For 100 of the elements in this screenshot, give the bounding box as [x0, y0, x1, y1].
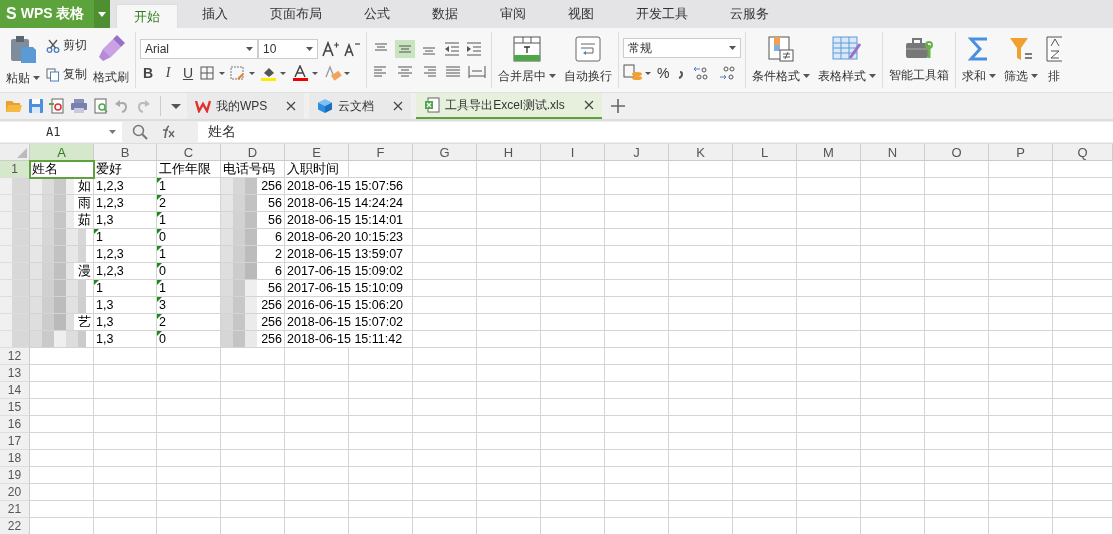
row-header[interactable]: 19 — [0, 467, 30, 484]
caret-icon[interactable] — [33, 76, 40, 80]
row-header[interactable]: 14 — [0, 382, 30, 399]
document-tab[interactable]: 云文档 — [309, 93, 412, 119]
zoom-icon[interactable] — [132, 124, 148, 140]
menu-tab[interactable]: 开始 — [116, 4, 178, 28]
document-tab[interactable]: 工具导出Excel测试.xls — [416, 93, 602, 119]
menu-tab[interactable]: 视图 — [550, 0, 612, 28]
currency-icon[interactable] — [623, 64, 653, 82]
column-header[interactable]: E — [285, 144, 349, 161]
copy-button[interactable]: 复制 — [63, 66, 87, 83]
menu-tab[interactable]: 数据 — [414, 0, 476, 28]
row-header[interactable]: 15 — [0, 399, 30, 416]
text-style-button[interactable]: I — [160, 65, 176, 81]
close-icon[interactable] — [393, 101, 404, 111]
wrap-text-button[interactable]: 自动换行 — [564, 67, 612, 85]
filter-button[interactable]: 筛选 — [1004, 67, 1028, 85]
distribute-icon[interactable] — [467, 64, 487, 80]
document-tab[interactable]: 我的WPS — [187, 93, 305, 119]
row-header[interactable]: 22 — [0, 518, 30, 534]
number-format-dropdown[interactable]: 常规 — [623, 38, 741, 58]
new-tab-icon[interactable] — [610, 99, 625, 113]
table-style-icon[interactable] — [832, 35, 862, 62]
column-header[interactable]: N — [861, 144, 925, 161]
menu-tab[interactable]: 开发工具 — [618, 0, 706, 28]
row-header[interactable]: 18 — [0, 450, 30, 467]
undo-icon[interactable] — [114, 98, 130, 114]
percent-button[interactable]: % — [657, 65, 670, 81]
row-header[interactable]: 1 — [0, 161, 30, 178]
shrink-font-icon[interactable] — [344, 41, 362, 57]
scissors-icon[interactable] — [46, 38, 60, 53]
print-preview-icon[interactable] — [93, 98, 109, 114]
close-icon[interactable] — [286, 101, 297, 111]
cut-button[interactable]: 剪切 — [63, 37, 87, 54]
column-header[interactable]: F — [349, 144, 413, 161]
row-header[interactable]: 20 — [0, 484, 30, 501]
column-header[interactable]: C — [157, 144, 221, 161]
name-box[interactable]: A1 — [0, 122, 122, 142]
paste-icon[interactable] — [8, 33, 38, 64]
column-header[interactable]: D — [221, 144, 285, 161]
paste-button[interactable]: 粘贴 — [6, 69, 30, 87]
fill-color-icon[interactable] — [260, 65, 288, 81]
caret-icon[interactable] — [1031, 74, 1038, 78]
menu-tab[interactable]: 审阅 — [482, 0, 544, 28]
column-header[interactable]: Q — [1053, 144, 1113, 161]
menu-tab[interactable]: 插入 — [184, 0, 246, 28]
column-header[interactable]: P — [989, 144, 1053, 161]
brush-icon[interactable] — [97, 34, 125, 63]
menu-tab[interactable]: 公式 — [346, 0, 408, 28]
row-header[interactable]: 13 — [0, 365, 30, 382]
merge-center-button[interactable]: 合并居中 — [498, 67, 546, 85]
caret-icon[interactable] — [803, 74, 810, 78]
column-header[interactable]: I — [541, 144, 605, 161]
align-icon[interactable] — [395, 40, 415, 58]
text-style-button[interactable]: U — [180, 65, 196, 81]
format-painter-button[interactable]: 格式刷 — [93, 68, 129, 86]
menu-tab[interactable]: 页面布局 — [252, 0, 340, 28]
toolbox-icon[interactable] — [904, 36, 934, 61]
column-header[interactable]: M — [797, 144, 861, 161]
column-header[interactable]: B — [94, 144, 157, 161]
menu-tab[interactable]: 云服务 — [712, 0, 787, 28]
print-icon[interactable] — [70, 98, 88, 114]
row-header[interactable]: 21 — [0, 501, 30, 518]
row-header[interactable]: 16 — [0, 416, 30, 433]
font-size-dropdown[interactable]: 10 — [258, 39, 318, 59]
indent-icon[interactable] — [465, 40, 483, 58]
caret-icon[interactable] — [98, 11, 106, 17]
formula-field[interactable]: 姓名 — [198, 122, 1113, 142]
caret-icon[interactable] — [306, 47, 313, 51]
grow-font-icon[interactable] — [322, 41, 340, 57]
align-icon[interactable] — [443, 64, 463, 80]
save-icon[interactable] — [28, 98, 44, 114]
column-header[interactable]: G — [413, 144, 477, 161]
copy-icon[interactable] — [46, 67, 60, 82]
toolbox-button[interactable]: 智能工具箱 — [889, 66, 949, 84]
cond-button[interactable]: 条件格式 — [752, 67, 800, 85]
text-style-button[interactable]: B — [140, 65, 156, 81]
caret-icon[interactable] — [246, 47, 253, 51]
caret-icon[interactable] — [989, 74, 996, 78]
close-icon[interactable] — [583, 100, 594, 110]
filter-icon[interactable] — [1008, 35, 1034, 62]
caret-icon[interactable] — [549, 74, 556, 78]
column-header[interactable]: K — [669, 144, 733, 161]
caret-icon[interactable] — [170, 101, 182, 111]
row-header[interactable]: 17 — [0, 433, 30, 450]
font-color-icon[interactable] — [292, 65, 320, 81]
caret-icon[interactable] — [109, 130, 116, 134]
caret-icon[interactable] — [729, 46, 736, 50]
merge-cells-icon[interactable] — [513, 35, 541, 62]
font-dropdown[interactable]: Arial — [140, 39, 258, 59]
align-icon[interactable] — [395, 64, 415, 80]
cell-grid-icon[interactable] — [230, 66, 256, 80]
column-header[interactable]: O — [925, 144, 989, 161]
borders-icon[interactable] — [200, 66, 226, 80]
column-header[interactable]: H — [477, 144, 541, 161]
table-button[interactable]: 表格样式 — [818, 67, 866, 85]
row-header[interactable]: 12 — [0, 348, 30, 365]
sum-button[interactable]: 求和 — [962, 67, 986, 85]
wrap-text-icon[interactable] — [575, 35, 601, 62]
caret-icon[interactable] — [869, 74, 876, 78]
